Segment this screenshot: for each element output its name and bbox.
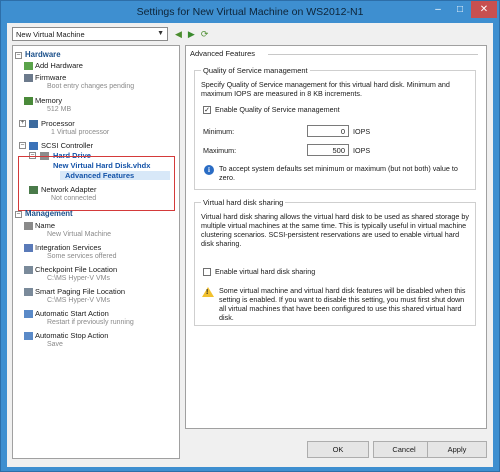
info-icon: i (204, 165, 214, 175)
tree-item-memory[interactable]: Memory (35, 96, 62, 105)
close-button[interactable]: ✕ (471, 1, 497, 18)
tree-item-integration-services-detail: Some services offered (47, 253, 117, 260)
enable-qos-label: Enable Quality of Service management (215, 105, 340, 114)
hardware-section-header[interactable]: – Hardware (15, 50, 61, 59)
tree-item-checkpoint-file-location[interactable]: Checkpoint File Location (35, 265, 117, 274)
back-arrow-icon[interactable]: ◀ (175, 29, 182, 40)
settings-tree: – Hardware Add Hardware Firmware Boot ent… (12, 45, 180, 459)
refresh-icon[interactable]: ⟳ (201, 29, 209, 40)
paging-file-icon (24, 288, 33, 296)
memory-icon (24, 97, 33, 105)
vhd-sharing-group: Virtual hard disk sharing Virtual hard d… (194, 198, 476, 326)
chevron-down-icon: ▼ (157, 30, 164, 37)
tree-item-processor-detail: 1 Virtual processor (51, 129, 110, 136)
enable-sharing-checkbox[interactable] (203, 268, 211, 276)
tree-item-name-detail: New Virtual Machine (47, 231, 112, 238)
maximum-unit-label: IOPS (353, 146, 371, 155)
title-divider (268, 54, 478, 55)
qos-group-label: Quality of Service management (201, 66, 310, 75)
cancel-button[interactable]: Cancel (373, 441, 435, 458)
minimize-button[interactable]: – (427, 1, 449, 18)
settings-window: Settings for New Virtual Machine on WS20… (0, 0, 500, 472)
tree-item-firmware-detail: Boot entry changes pending (47, 83, 135, 90)
processor-icon (29, 120, 38, 128)
expand-icon[interactable]: + (19, 120, 26, 127)
stop-action-icon (24, 332, 33, 340)
qos-group: Quality of Service management Specify Qu… (194, 66, 476, 190)
name-icon (24, 222, 33, 230)
tree-item-automatic-start-action[interactable]: Automatic Start Action (35, 309, 109, 318)
management-section-header[interactable]: – Management (15, 209, 73, 218)
tree-item-automatic-stop-detail: Save (47, 341, 63, 348)
panel-title: Advanced Features (190, 49, 478, 58)
scsi-controller-icon (29, 142, 38, 150)
vm-selector-value: New Virtual Machine (16, 30, 85, 39)
vm-selector-dropdown[interactable]: New Virtual Machine ▼ (12, 27, 168, 41)
start-action-icon (24, 310, 33, 318)
tree-item-processor[interactable]: Processor (41, 119, 75, 128)
title-bar: Settings for New Virtual Machine on WS20… (1, 1, 499, 23)
collapse-icon[interactable]: – (15, 211, 22, 218)
maximum-label: Maximum: (203, 146, 237, 155)
tree-item-smart-paging-file-location[interactable]: Smart Paging File Location (35, 287, 125, 296)
minimum-label: Minimum: (203, 127, 235, 136)
vhd-sharing-description: Virtual hard disk sharing allows the vir… (201, 212, 469, 248)
minimum-unit-label: IOPS (353, 127, 371, 136)
ok-button[interactable]: OK (307, 441, 369, 458)
forward-arrow-icon[interactable]: ▶ (188, 29, 195, 40)
red-highlight-box (18, 156, 175, 211)
advanced-features-panel: Advanced Features Quality of Service man… (185, 45, 487, 429)
tree-item-automatic-stop-action[interactable]: Automatic Stop Action (35, 331, 108, 340)
tree-item-smart-paging-detail: C:\MS Hyper-V VMs (47, 297, 111, 304)
collapse-icon[interactable]: – (19, 142, 26, 149)
tree-item-checkpoint-detail: C:\MS Hyper-V VMs (47, 275, 111, 282)
enable-qos-checkbox[interactable]: ✓ (203, 106, 211, 114)
tree-item-integration-services[interactable]: Integration Services (35, 243, 101, 252)
qos-description: Specify Quality of Service management fo… (201, 80, 450, 98)
vhd-sharing-group-label: Virtual hard disk sharing (201, 198, 286, 207)
enable-sharing-label: Enable virtual hard disk sharing (215, 267, 316, 276)
window-title: Settings for New Virtual Machine on WS20… (136, 6, 364, 18)
checkpoint-icon (24, 266, 33, 274)
tree-item-firmware[interactable]: Firmware (35, 73, 66, 82)
apply-button[interactable]: Apply (427, 441, 487, 458)
warning-icon: ! (202, 287, 214, 297)
maximum-iops-input[interactable]: 500 (307, 144, 349, 156)
collapse-icon[interactable]: – (15, 52, 22, 59)
tree-item-memory-detail: 512 MB (47, 106, 72, 113)
tree-item-name[interactable]: Name (35, 221, 55, 230)
client-area: New Virtual Machine ▼ ◀ ▶ ⟳ – Hardware Ad… (7, 23, 493, 467)
nav-toolbar: ◀ ▶ ⟳ (175, 27, 208, 41)
tree-item-automatic-start-detail: Restart if previously running (47, 319, 134, 326)
firmware-icon (24, 74, 33, 82)
tree-item-scsi-controller[interactable]: SCSI Controller (41, 141, 93, 150)
qos-info-text: To accept system defaults set minimum or… (219, 164, 458, 182)
minimum-iops-input[interactable]: 0 (307, 125, 349, 137)
sharing-warning-text: Some virtual machine and virtual hard di… (219, 286, 466, 322)
maximize-button[interactable]: □ (449, 1, 471, 18)
add-hardware-icon (24, 62, 33, 70)
integration-services-icon (24, 244, 33, 252)
tree-item-add-hardware[interactable]: Add Hardware (35, 61, 83, 70)
